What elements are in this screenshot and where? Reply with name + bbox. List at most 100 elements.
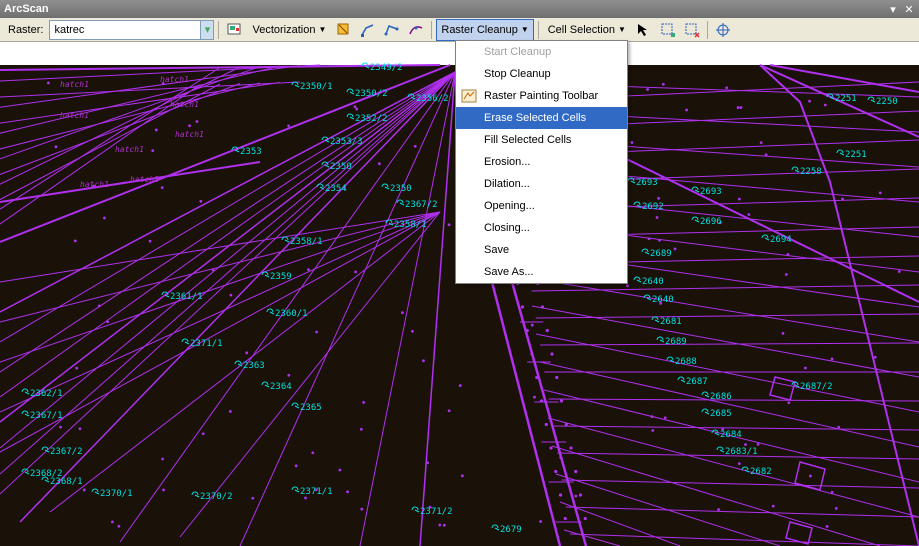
- select-connected-button[interactable]: [633, 19, 655, 41]
- raster-combo[interactable]: ▾: [49, 20, 214, 40]
- toolbar-separator: [218, 21, 219, 39]
- app-title: ArcScan: [4, 3, 49, 15]
- chevron-down-icon[interactable]: ▾: [200, 21, 213, 39]
- menu-item-dilation[interactable]: Dilation...: [456, 173, 627, 195]
- svg-text:2350/1: 2350/1: [300, 82, 333, 92]
- svg-text:2360/1: 2360/1: [275, 309, 308, 319]
- menu-item-label: Opening...: [484, 200, 535, 212]
- svg-text:2361/1: 2361/1: [170, 292, 203, 302]
- raster-label: Raster:: [4, 24, 47, 36]
- menu-item-erase-selected-cells[interactable]: Erase Selected Cells: [456, 107, 627, 129]
- svg-text:2356/2: 2356/2: [416, 94, 449, 104]
- trace-line-icon: [360, 22, 376, 38]
- menu-item-opening[interactable]: Opening...: [456, 195, 627, 217]
- svg-text:2352/2: 2352/2: [355, 114, 388, 124]
- svg-text:2371/1: 2371/1: [300, 487, 333, 497]
- svg-text:2640: 2640: [652, 295, 674, 305]
- menu-item-icon: [458, 153, 480, 171]
- toolbar-separator: [707, 21, 708, 39]
- svg-text:2371/1: 2371/1: [190, 339, 223, 349]
- menu-item-icon: [458, 109, 480, 127]
- select-cursor-icon: [636, 22, 652, 38]
- menu-item-label: Stop Cleanup: [484, 68, 551, 80]
- svg-text:2250: 2250: [876, 97, 898, 107]
- menu-item-fill-selected-cells[interactable]: Fill Selected Cells: [456, 129, 627, 151]
- svg-text:2693: 2693: [636, 178, 658, 188]
- svg-text:2370/2: 2370/2: [200, 492, 233, 502]
- svg-text:2689: 2689: [650, 249, 672, 259]
- svg-text:2258: 2258: [800, 167, 822, 177]
- raster-input[interactable]: [50, 24, 200, 36]
- vectorization-label: Vectorization: [252, 24, 315, 36]
- raster-cleanup-menu[interactable]: Raster Cleanup ▼: [436, 19, 533, 41]
- svg-text:2350: 2350: [390, 184, 412, 194]
- svg-text:2349/2: 2349/2: [370, 63, 403, 73]
- menu-item-label: Closing...: [484, 222, 530, 234]
- svg-text:2365: 2365: [300, 403, 322, 413]
- hatch-label: hatch1: [130, 175, 159, 184]
- menu-item-label: Erase Selected Cells: [484, 112, 586, 124]
- chevron-down-icon: ▼: [618, 25, 626, 34]
- chevron-down-icon: ▼: [318, 25, 326, 34]
- hatch-label: hatch1: [80, 180, 109, 189]
- svg-text:2350/2: 2350/2: [355, 89, 388, 99]
- hatch-label: hatch1: [170, 100, 199, 109]
- svg-text:2251: 2251: [835, 94, 857, 104]
- shape-recognition-button[interactable]: [405, 19, 427, 41]
- menu-item-stop-cleanup[interactable]: Stop Cleanup: [456, 63, 627, 85]
- menu-item-label: Save As...: [484, 266, 534, 278]
- hatch-label: hatch1: [160, 75, 189, 84]
- close-icon[interactable]: ✕: [903, 3, 915, 15]
- svg-text:2367/2: 2367/2: [405, 200, 438, 210]
- clear-select-icon: [684, 22, 700, 38]
- hatch-label: hatch1: [175, 130, 204, 139]
- trace-poly-button[interactable]: [381, 19, 403, 41]
- svg-text:2640: 2640: [642, 277, 664, 287]
- menu-item-label: Dilation...: [484, 178, 530, 190]
- menu-item-save[interactable]: Save: [456, 239, 627, 261]
- svg-text:2687: 2687: [686, 377, 708, 387]
- menu-item-save-as[interactable]: Save As...: [456, 261, 627, 283]
- svg-text:2368/1: 2368/1: [50, 477, 83, 487]
- hatch-label: hatch1: [60, 80, 89, 89]
- menu-item-icon: [458, 131, 480, 149]
- menu-item-label: Start Cleanup: [484, 46, 551, 58]
- trace-line-button[interactable]: [357, 19, 379, 41]
- layer-icon: [226, 22, 242, 38]
- menu-item-erosion[interactable]: Erosion...: [456, 151, 627, 173]
- svg-text:2364: 2364: [270, 382, 292, 392]
- menu-item-icon: [458, 263, 480, 281]
- cell-selection-label: Cell Selection: [548, 24, 615, 36]
- hatch-label: hatch1: [60, 111, 89, 120]
- menu-item-icon: [458, 65, 480, 83]
- svg-text:2359: 2359: [270, 272, 292, 282]
- toolbar-separator: [431, 21, 432, 39]
- toolbar-separator: [538, 21, 539, 39]
- menu-item-closing[interactable]: Closing...: [456, 217, 627, 239]
- snap-button[interactable]: [712, 19, 734, 41]
- clear-selection-button[interactable]: [681, 19, 703, 41]
- menu-item-icon: [458, 87, 480, 105]
- svg-text:2681: 2681: [660, 317, 682, 327]
- svg-text:2693: 2693: [700, 187, 722, 197]
- select-cells-button[interactable]: [657, 19, 679, 41]
- menu-item-raster-painting-toolbar[interactable]: Raster Painting Toolbar: [456, 85, 627, 107]
- titlebar-controls: ▾ ✕: [887, 3, 915, 15]
- svg-text:2363: 2363: [243, 361, 265, 371]
- svg-text:2687/2: 2687/2: [800, 382, 833, 392]
- vectorization-settings-button[interactable]: [333, 19, 355, 41]
- menu-item-label: Raster Painting Toolbar: [484, 90, 598, 102]
- raster-cleanup-dropdown: Start Cleanup Stop Cleanup Raster Painting…: [455, 40, 628, 284]
- cell-selection-menu[interactable]: Cell Selection ▼: [543, 19, 631, 41]
- chevron-down-icon: ▼: [521, 25, 529, 34]
- window-menu-icon[interactable]: ▾: [887, 3, 899, 15]
- svg-text:2696: 2696: [700, 217, 722, 227]
- svg-text:2371/2: 2371/2: [420, 507, 453, 517]
- svg-text:2353: 2353: [240, 147, 262, 157]
- svg-text:2688: 2688: [675, 357, 697, 367]
- layer-properties-button[interactable]: [223, 19, 245, 41]
- svg-text:2686: 2686: [710, 392, 732, 402]
- svg-text:2694: 2694: [770, 235, 792, 245]
- vectorization-menu[interactable]: Vectorization ▼: [247, 19, 331, 41]
- menu-item-icon: [458, 241, 480, 259]
